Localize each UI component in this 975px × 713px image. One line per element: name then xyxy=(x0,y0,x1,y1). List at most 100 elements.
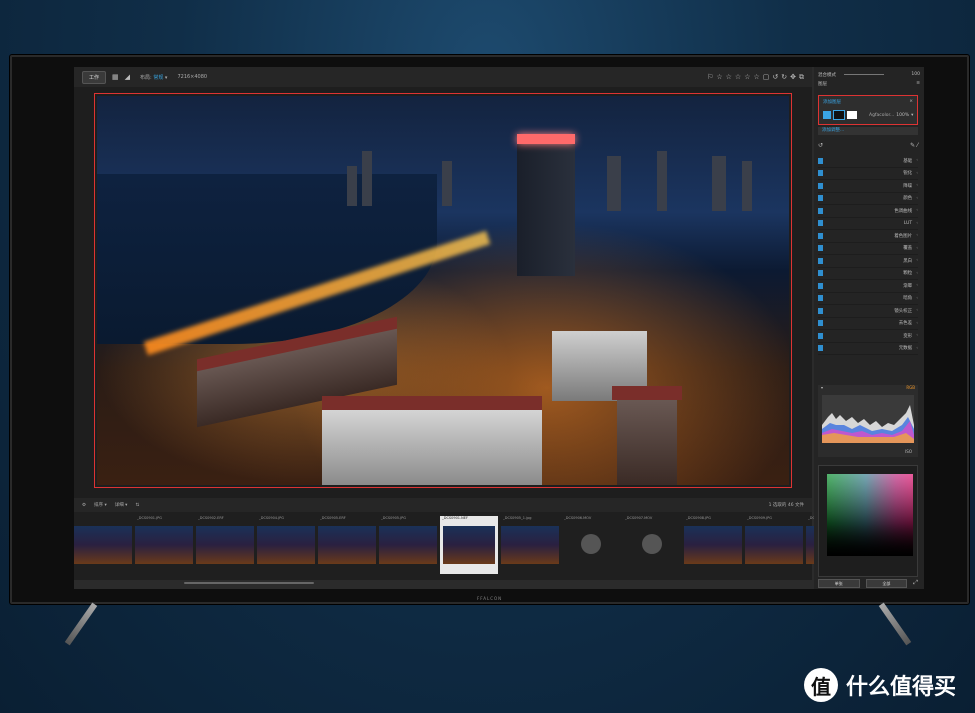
chevron-down-icon[interactable]: ▾ xyxy=(911,113,913,118)
adjustment-enable-checkbox[interactable] xyxy=(818,332,823,339)
adjustment-item[interactable]: 颗粒 ‹ xyxy=(818,268,918,280)
crop-icon[interactable]: ▢ xyxy=(763,73,770,82)
chevron-left-icon[interactable]: ‹ xyxy=(916,333,918,338)
filmstrip-thumbnail[interactable]: _DCS0906.MOV xyxy=(562,516,620,574)
star-icon[interactable]: ☆ xyxy=(753,73,759,82)
filmstrip-thumbnail[interactable]: _DCS0905_1.jpg xyxy=(501,516,559,574)
single-apply-button[interactable]: 单张 xyxy=(818,579,860,588)
zoom-icon[interactable]: ✥ xyxy=(790,73,796,82)
layer-visibility-toggle[interactable] xyxy=(823,111,831,119)
adjustment-item[interactable]: LUT ‹ xyxy=(818,218,918,230)
adjustment-item[interactable]: 元数据 ‹ xyxy=(818,343,918,355)
photo-building xyxy=(742,161,752,211)
collapse-icon[interactable]: ▾ xyxy=(821,385,823,392)
settings-gear-icon[interactable]: ⚙ xyxy=(82,503,86,508)
adjustment-item[interactable]: 色调曲线 ‹ xyxy=(818,205,918,218)
menu-icon[interactable]: ≡ xyxy=(916,81,920,86)
rotate-right-icon[interactable]: ↻ xyxy=(781,73,787,82)
adjustment-item[interactable]: 黑白 ‹ xyxy=(818,255,918,268)
chevron-left-icon[interactable]: ‹ xyxy=(916,308,918,313)
chevron-left-icon[interactable]: ‹ xyxy=(916,221,918,226)
view-selector[interactable]: 布局: 常规 ▾ xyxy=(140,74,167,81)
flag-icon[interactable]: ⚐ xyxy=(707,73,713,82)
filmstrip-scrollbar[interactable] xyxy=(184,582,314,584)
filmstrip-thumbnail[interactable]: _DCS0905.ERF xyxy=(318,516,376,574)
add-adjustment-button[interactable]: 添加调整... xyxy=(818,127,918,135)
star-icon[interactable]: ☆ xyxy=(716,73,722,82)
adjustment-item[interactable]: 降噪 ‹ xyxy=(818,180,918,193)
adjustment-enable-checkbox[interactable] xyxy=(818,270,823,277)
filmstrip-thumbnail[interactable]: _DCS0909.JPG xyxy=(745,516,803,574)
layer-box[interactable]: 添加图层 × Agfacolor... 100% ▾ xyxy=(818,95,918,125)
adjustments-list: 基础 ‹ 锐化 ‹ 降噪 ‹ 颜色 ‹ 色调曲线 ‹ LUT ‹ 着色图片 ‹ 覆盖 ‹ 黑白 ‹ 颗粒 ‹ 渐晕 ‹ 暗角… xyxy=(818,155,918,355)
opacity-slider[interactable] xyxy=(844,74,884,75)
chevron-left-icon[interactable]: ‹ xyxy=(916,196,918,201)
sort-order-icon[interactable]: ⇅ xyxy=(135,503,139,508)
close-icon[interactable]: × xyxy=(909,99,913,104)
star-icon[interactable]: ☆ xyxy=(735,73,741,82)
brush-icon[interactable]: ✎ ⁄ xyxy=(910,142,918,150)
adjustment-enable-checkbox[interactable] xyxy=(818,182,823,189)
chevron-left-icon[interactable]: ‹ xyxy=(916,246,918,251)
adjustment-enable-checkbox[interactable] xyxy=(818,195,823,202)
adjustment-item[interactable]: 变形 ‹ xyxy=(818,330,918,343)
chevron-left-icon[interactable]: ‹ xyxy=(916,321,918,326)
rotate-left-icon[interactable]: ↺ xyxy=(772,73,778,82)
chevron-left-icon[interactable]: ‹ xyxy=(916,258,918,263)
sort-dropdown[interactable]: 排序 ▾ xyxy=(94,502,107,508)
layer-row[interactable]: Agfacolor... 100% ▾ xyxy=(823,110,913,120)
adjustment-enable-checkbox[interactable] xyxy=(818,282,823,289)
adjustment-enable-checkbox[interactable] xyxy=(818,245,823,252)
adjustment-enable-checkbox[interactable] xyxy=(818,257,823,264)
adjustment-item[interactable]: 去色差 ‹ xyxy=(818,318,918,330)
adjustment-item[interactable]: 着色图片 ‹ xyxy=(818,230,918,243)
adjustment-item[interactable]: 覆盖 ‹ xyxy=(818,243,918,255)
filmstrip-thumbnail[interactable]: _DCS0905.JPG xyxy=(379,516,437,574)
detail-dropdown[interactable]: 详细 ▾ xyxy=(115,502,128,508)
filmstrip-thumbnail[interactable] xyxy=(74,516,132,574)
adjustment-enable-checkbox[interactable] xyxy=(818,220,823,227)
adjustment-item[interactable]: 暗角 ‹ xyxy=(818,293,918,305)
chevron-left-icon[interactable]: ‹ xyxy=(916,208,918,213)
expand-icon[interactable]: ⤢ xyxy=(913,579,918,588)
chevron-left-icon[interactable]: ‹ xyxy=(916,296,918,301)
chevron-left-icon[interactable]: ‹ xyxy=(916,283,918,288)
mode-button[interactable]: 工作 xyxy=(82,70,107,84)
filmstrip-thumbnail[interactable]: _DCS0901.JPG xyxy=(135,516,193,574)
filmstrip[interactable]: _DCS0901.JPG _DCS0902.ERF _DCS0904.JPG _DCS… xyxy=(74,512,864,580)
chevron-left-icon[interactable]: ‹ xyxy=(916,233,918,238)
adjustment-enable-checkbox[interactable] xyxy=(818,157,823,164)
filmstrip-thumbnail[interactable]: _DCS0907.MOV xyxy=(623,516,681,574)
adjustment-enable-checkbox[interactable] xyxy=(818,232,823,239)
adjustment-enable-checkbox[interactable] xyxy=(818,295,823,302)
filmstrip-thumbnail[interactable]: _DCS0901.NEF xyxy=(440,516,498,574)
image-viewer[interactable] xyxy=(74,87,812,498)
filmstrip-thumbnail[interactable]: _DCS0908.JPG xyxy=(684,516,742,574)
adjustment-enable-checkbox[interactable] xyxy=(818,307,823,314)
adjustment-item[interactable]: 锐化 ‹ xyxy=(818,168,918,180)
adjustment-item[interactable]: 渐晕 ‹ xyxy=(818,280,918,293)
compare-icon[interactable]: ⧉ xyxy=(799,73,804,82)
apply-all-button[interactable]: 全部 xyxy=(865,579,908,588)
adjustment-item[interactable]: 颜色 ‹ xyxy=(818,193,918,205)
histogram-channel[interactable]: RGB xyxy=(906,385,915,392)
adjustment-item[interactable]: 基础 ‹ xyxy=(818,155,918,168)
chevron-left-icon[interactable]: ‹ xyxy=(916,271,918,276)
adjustment-item[interactable]: 镜头校正 ‹ xyxy=(818,305,918,318)
adjustment-enable-checkbox[interactable] xyxy=(818,170,823,177)
reset-icon[interactable]: ↺ xyxy=(818,142,823,150)
star-icon[interactable]: ☆ xyxy=(726,73,732,82)
adjustment-enable-checkbox[interactable] xyxy=(818,207,823,214)
adjustment-enable-checkbox[interactable] xyxy=(818,320,823,327)
grid-view-icon[interactable]: ▦ xyxy=(112,73,119,81)
star-icon[interactable]: ☆ xyxy=(744,73,750,82)
filmstrip-thumbnail[interactable]: _DCS0902.ERF xyxy=(196,516,254,574)
adjustment-enable-checkbox[interactable] xyxy=(818,345,823,352)
chevron-left-icon[interactable]: ‹ xyxy=(916,346,918,351)
tools-icon[interactable]: ◢ xyxy=(125,73,130,81)
chevron-left-icon[interactable]: ‹ xyxy=(916,183,918,188)
filmstrip-thumbnail[interactable]: _DCS0904.JPG xyxy=(257,516,315,574)
chevron-left-icon[interactable]: ‹ xyxy=(916,158,918,163)
color-picker[interactable] xyxy=(818,465,918,577)
chevron-left-icon[interactable]: ‹ xyxy=(916,171,918,176)
